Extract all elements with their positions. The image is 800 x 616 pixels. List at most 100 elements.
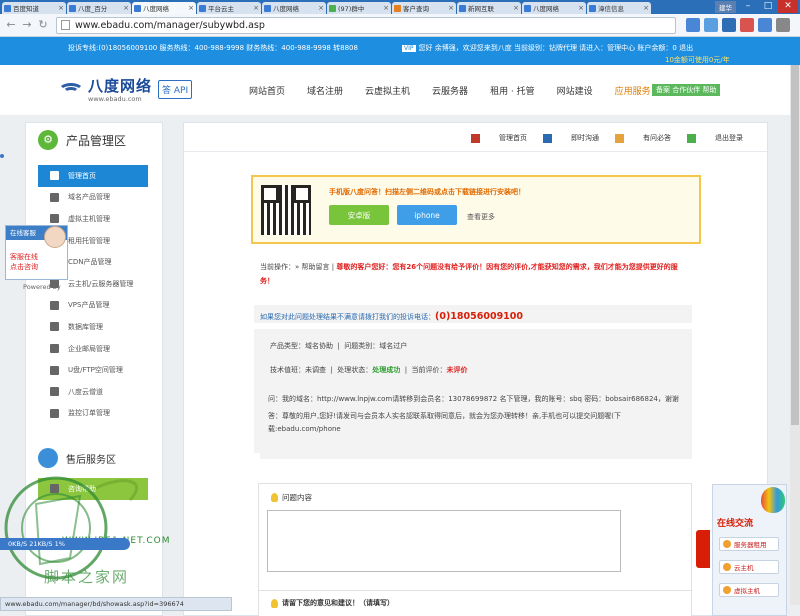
- online-exchange-item[interactable]: 云主机: [719, 560, 779, 574]
- site-logo[interactable]: 八度网络 www.ebadu.com 答 API: [56, 75, 193, 103]
- watermark-name: 脚本之家网: [44, 568, 130, 586]
- complaint-text: 如果您对此问题处理结果不满意请拨打我们的投诉电话：: [260, 313, 435, 321]
- top-link[interactable]: 管理首页: [471, 133, 527, 143]
- tab-close-icon[interactable]: ×: [318, 4, 324, 12]
- minimize-icon[interactable]: –: [738, 0, 758, 13]
- sidebar-item-label: CDN产品管理: [68, 258, 112, 267]
- browser-tab[interactable]: 客户查询 ×: [392, 2, 456, 14]
- sidebar-item[interactable]: 监控订单管理: [26, 403, 162, 425]
- tab-close-icon[interactable]: ×: [123, 4, 129, 12]
- tab-label: 平台云主: [208, 5, 234, 13]
- sidebar-item[interactable]: 数据库管理: [26, 316, 162, 338]
- nav-item[interactable]: 租用 · 托管: [490, 84, 535, 97]
- sidebar-item-label: 租用托管管理: [68, 236, 110, 245]
- nav-item[interactable]: 云服务器: [432, 84, 468, 97]
- online-exchange-item[interactable]: 服务器租用: [719, 537, 779, 551]
- top-link-icon: [471, 133, 480, 143]
- complaint-phone: (0)18056009100: [435, 311, 524, 322]
- tab-close-icon[interactable]: ×: [58, 4, 64, 12]
- extension-icon[interactable]: [686, 18, 700, 32]
- forward-icon[interactable]: →: [20, 18, 34, 32]
- sidebar-item[interactable]: 管理首页: [38, 165, 148, 187]
- tab-label: (97)群中: [338, 5, 365, 13]
- browser-tab[interactable]: 漳信信息 ×: [587, 2, 651, 14]
- sidebar-item[interactable]: VPS产品管理: [26, 295, 162, 317]
- tab-close-icon[interactable]: ×: [448, 4, 454, 12]
- favicon-icon: [134, 4, 141, 12]
- sidebar-item-help[interactable]: 咨询帮助: [38, 478, 148, 500]
- online-exchange-item[interactable]: 虚拟主机: [719, 583, 779, 597]
- coupon-text[interactable]: 10金额可使用0元/年: [665, 55, 730, 65]
- browser-tab[interactable]: 平台云主 ×: [197, 2, 261, 14]
- scrollbar-thumb[interactable]: [791, 65, 799, 425]
- feedback-label-text: 请留下您的意见和建议！（请填写）: [282, 599, 394, 607]
- back-icon[interactable]: ←: [4, 18, 18, 32]
- view-more-link[interactable]: 查看更多: [467, 212, 495, 222]
- online-exchange-label: 服务器租用: [734, 541, 767, 549]
- sidebar-item[interactable]: 企业邮局管理: [26, 338, 162, 360]
- feedback-label: 请留下您的意见和建议！（请填写）: [271, 598, 394, 608]
- tab-close-icon[interactable]: ×: [253, 4, 259, 12]
- address-bar[interactable]: www.ebadu.com/manager/subywbd.asp: [56, 16, 676, 34]
- browser-tab[interactable]: 新网互联 ×: [457, 2, 521, 14]
- extension-icon[interactable]: [758, 18, 772, 32]
- nav-item[interactable]: 网站首页: [249, 84, 285, 97]
- browser-tab[interactable]: 八度_百分 ×: [67, 2, 131, 14]
- click-consult-link[interactable]: 点击咨询: [6, 262, 67, 272]
- product-type: 产品类型：域名协助: [270, 342, 333, 350]
- top-link-label: 有问必答: [643, 134, 671, 142]
- close-icon[interactable]: ✕: [778, 0, 798, 13]
- tab-close-icon[interactable]: ×: [188, 4, 194, 12]
- powered-by-text: Powered by: [23, 283, 61, 291]
- sidebar-item-label: VPS产品管理: [68, 301, 110, 310]
- browser-tab[interactable]: 八度网络 ×: [262, 2, 326, 14]
- extension-icon[interactable]: [704, 18, 718, 32]
- answer-api-badge[interactable]: 答 API: [158, 79, 193, 99]
- logo-domain: www.ebadu.com: [88, 95, 142, 103]
- browser-tab[interactable]: (97)群中 ×: [327, 2, 391, 14]
- top-link[interactable]: 有问必答: [615, 133, 671, 143]
- top-link[interactable]: 退出登录: [687, 133, 743, 143]
- page-scrollbar[interactable]: [790, 65, 800, 605]
- browser-tab[interactable]: 八度网络 ×: [132, 2, 196, 14]
- browser-toolbar: ← → ↻ www.ebadu.com/manager/subywbd.asp: [0, 14, 800, 37]
- browser-user-chip[interactable]: 建华: [715, 1, 736, 13]
- browser-status-bar: www.ebadu.com/manager/bd/showask.asp?id=…: [0, 597, 232, 611]
- nav-item[interactable]: 应用服务: [615, 84, 651, 97]
- maximize-icon[interactable]: □: [758, 0, 778, 13]
- operation-path: 当前操作：» 帮助留言 | 尊敬的客户您好：您有26个问题没有给予评价！因有您的…: [260, 260, 690, 288]
- extension-icon[interactable]: [740, 18, 754, 32]
- welcome-message[interactable]: 您好 余博强，欢迎您来到八度 当前级别：钻牌代理 请进入：管理中心 账户余额：0…: [419, 44, 694, 52]
- tab-label: 八度网络: [533, 5, 559, 13]
- tab-close-icon[interactable]: ×: [643, 4, 649, 12]
- live-chat-widget[interactable]: 在线客服 客服在线 点击咨询: [5, 225, 68, 280]
- partner-links[interactable]: 备案 合作伙伴 帮助: [652, 84, 721, 96]
- iphone-download-button[interactable]: iphone: [397, 205, 457, 225]
- bulb-icon: [271, 493, 278, 502]
- browser-tab[interactable]: 八度网络 ×: [522, 2, 586, 14]
- tab-label: 八度网络: [273, 5, 299, 13]
- rating-value[interactable]: 未评价: [447, 366, 468, 374]
- android-download-button[interactable]: 安卓版: [329, 205, 389, 225]
- top-info-bar: 投诉专线:(0)18056009100 服务热线：400-988-9998 财务…: [0, 37, 800, 65]
- handshake-icon: [38, 448, 58, 469]
- sidebar-item-icon: [50, 322, 59, 332]
- tab-close-icon[interactable]: ×: [383, 4, 389, 12]
- sidebar-item[interactable]: 八度云僧道: [26, 381, 162, 403]
- reload-icon[interactable]: ↻: [36, 18, 50, 32]
- tab-close-icon[interactable]: ×: [513, 4, 519, 12]
- menu-icon[interactable]: [776, 18, 790, 32]
- decorative-dot: [0, 154, 4, 158]
- extension-icon[interactable]: [722, 18, 736, 32]
- collapse-tab[interactable]: [696, 530, 710, 568]
- sidebar-item[interactable]: 域名产品管理: [26, 187, 162, 209]
- question-content-input[interactable]: [267, 510, 621, 572]
- sidebar-item[interactable]: U盘/FTP空间管理: [26, 359, 162, 381]
- browser-tab[interactable]: 百度知道 ×: [2, 2, 66, 14]
- nav-item[interactable]: 网站建设: [557, 84, 593, 97]
- tab-close-icon[interactable]: ×: [578, 4, 584, 12]
- nav-item[interactable]: 域名注册: [307, 84, 343, 97]
- top-link[interactable]: 即时沟通: [543, 133, 599, 143]
- nav-item[interactable]: 云虚拟主机: [365, 84, 410, 97]
- divider: [184, 151, 767, 152]
